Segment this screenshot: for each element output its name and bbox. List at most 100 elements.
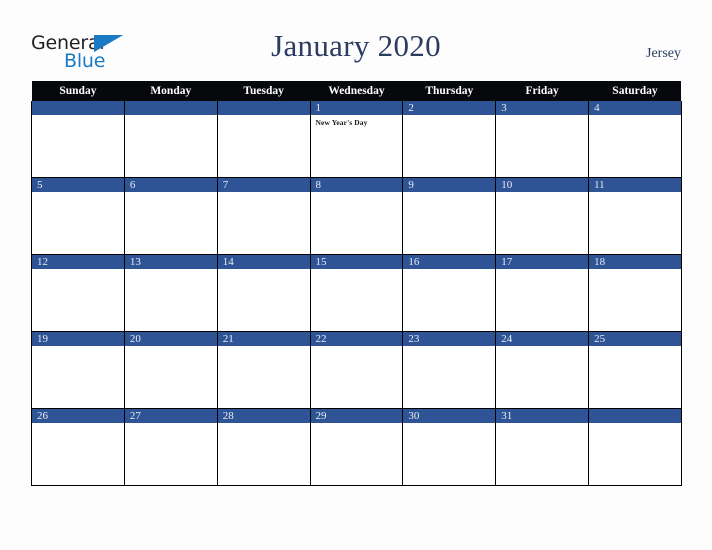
calendar-day-cell[interactable]: 21 <box>216 331 311 409</box>
day-number: 25 <box>589 332 681 346</box>
day-cell-inner <box>32 101 124 177</box>
calendar-day-cell[interactable]: 29 <box>309 408 404 486</box>
weekday-header-row: Sunday Monday Tuesday Wednesday Thursday… <box>31 81 682 101</box>
day-cell-inner: 31 <box>496 409 589 485</box>
day-event-area <box>589 423 681 426</box>
calendar-day-cell[interactable]: 15 <box>309 254 404 332</box>
calendar-grid: Sunday Monday Tuesday Wednesday Thursday… <box>31 81 682 486</box>
day-cell-inner: 26 <box>32 409 124 485</box>
page-title: January 2020 <box>271 28 441 63</box>
calendar-day-cell[interactable] <box>588 408 682 486</box>
calendar-day-cell[interactable]: 12 <box>31 254 125 332</box>
day-event-area <box>403 269 495 272</box>
day-number: 23 <box>403 332 496 346</box>
calendar-day-cell[interactable]: 18 <box>588 254 682 332</box>
day-number: 19 <box>32 332 124 346</box>
day-cell-inner: 9 <box>403 178 496 254</box>
calendar-week-row: 1 New Year's Day 2 3 4 <box>31 101 682 178</box>
day-number: 27 <box>124 409 217 423</box>
calendar-day-cell[interactable]: 13 <box>123 254 218 332</box>
calendar-day-cell[interactable]: 6 <box>123 177 218 255</box>
day-event-area <box>125 269 217 272</box>
day-event-area <box>125 115 217 118</box>
calendar-day-cell[interactable]: 3 <box>495 101 590 178</box>
calendar-day-cell[interactable] <box>216 101 311 178</box>
day-number: 8 <box>310 178 403 192</box>
calendar-day-cell[interactable]: 20 <box>123 331 218 409</box>
calendar-day-cell[interactable]: 27 <box>123 408 218 486</box>
day-number: 28 <box>217 409 310 423</box>
calendar-day-cell[interactable]: 11 <box>588 177 682 255</box>
day-event-area <box>218 423 310 426</box>
day-cell-inner: 2 <box>403 101 496 177</box>
day-cell-inner: 1 New Year's Day <box>310 101 403 177</box>
calendar-day-cell[interactable]: 28 <box>216 408 311 486</box>
calendar-day-cell[interactable]: 17 <box>495 254 590 332</box>
day-event-area <box>589 115 681 118</box>
day-event-area <box>496 115 588 118</box>
calendar-day-cell[interactable]: 8 <box>309 177 404 255</box>
day-event-area <box>218 192 310 195</box>
day-cell-inner: 3 <box>496 101 589 177</box>
day-event-area <box>496 346 588 349</box>
calendar-day-cell[interactable]: 23 <box>402 331 497 409</box>
calendar-day-cell[interactable]: 1 New Year's Day <box>309 101 404 178</box>
day-number: 2 <box>403 101 496 115</box>
day-cell-inner: 30 <box>403 409 496 485</box>
calendar-day-cell[interactable]: 16 <box>402 254 497 332</box>
calendar-day-cell[interactable]: 9 <box>402 177 497 255</box>
calendar-day-cell[interactable]: 26 <box>31 408 125 486</box>
day-cell-inner: 19 <box>32 332 124 408</box>
day-number: 11 <box>589 178 681 192</box>
calendar-day-cell[interactable]: 24 <box>495 331 590 409</box>
day-cell-inner: 6 <box>124 178 217 254</box>
calendar-day-cell[interactable]: 22 <box>309 331 404 409</box>
day-number: 7 <box>217 178 310 192</box>
day-event-area <box>32 192 124 195</box>
day-cell-inner <box>589 409 681 485</box>
day-cell-inner: 17 <box>496 255 589 331</box>
region-label: Jersey <box>646 46 681 61</box>
weekday-header-wednesday: Wednesday <box>310 81 403 101</box>
day-event-area <box>496 192 588 195</box>
day-event-area <box>32 269 124 272</box>
day-cell-inner: 18 <box>589 255 681 331</box>
calendar-day-cell[interactable] <box>123 101 218 178</box>
calendar-day-cell[interactable]: 31 <box>495 408 590 486</box>
calendar-day-cell[interactable] <box>31 101 125 178</box>
day-cell-inner: 11 <box>589 178 681 254</box>
day-number: 9 <box>403 178 496 192</box>
day-cell-inner: 8 <box>310 178 403 254</box>
day-event-area <box>589 269 681 272</box>
day-cell-inner: 4 <box>589 101 681 177</box>
calendar-day-cell[interactable]: 10 <box>495 177 590 255</box>
day-number: 3 <box>496 101 589 115</box>
day-event-area <box>589 192 681 195</box>
day-cell-inner: 5 <box>32 178 124 254</box>
day-event-area <box>32 423 124 426</box>
day-cell-inner: 25 <box>589 332 681 408</box>
calendar-week-row: 5 6 7 8 9 10 11 <box>31 177 682 255</box>
day-number: 22 <box>310 332 403 346</box>
calendar-day-cell[interactable]: 7 <box>216 177 311 255</box>
day-cell-inner: 20 <box>124 332 217 408</box>
day-event-area <box>311 192 403 195</box>
day-cell-inner: 24 <box>496 332 589 408</box>
calendar-day-cell[interactable]: 30 <box>402 408 497 486</box>
day-number: 29 <box>310 409 403 423</box>
calendar-day-cell[interactable]: 4 <box>588 101 682 178</box>
day-number: 24 <box>496 332 589 346</box>
calendar-body: 1 New Year's Day 2 3 4 5 6 7 8 9 10 11 12 13 14 15 16 17 1… <box>31 101 682 486</box>
day-event-area <box>403 346 495 349</box>
calendar-day-cell[interactable]: 5 <box>31 177 125 255</box>
day-number: 30 <box>403 409 496 423</box>
calendar-day-cell[interactable]: 14 <box>216 254 311 332</box>
calendar-day-cell[interactable]: 19 <box>31 331 125 409</box>
calendar-day-cell[interactable]: 2 <box>402 101 497 178</box>
day-event-area <box>311 346 403 349</box>
calendar-day-cell[interactable]: 25 <box>588 331 682 409</box>
day-cell-inner: 7 <box>217 178 310 254</box>
day-event-area: New Year's Day <box>311 115 403 128</box>
day-number: 17 <box>496 255 589 269</box>
day-cell-inner: 14 <box>217 255 310 331</box>
